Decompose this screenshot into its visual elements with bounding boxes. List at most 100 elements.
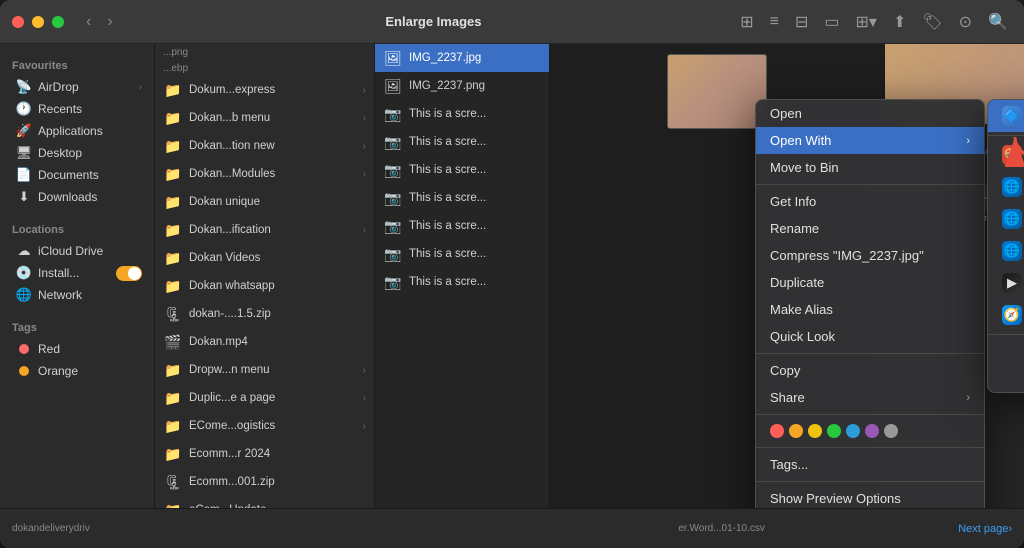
- sidebar-item-tag-red[interactable]: Red: [4, 338, 150, 360]
- tag-green-dot[interactable]: [827, 424, 841, 438]
- folder-icon: 📁: [163, 500, 183, 508]
- submenu-preview[interactable]: 🔷 Preview (default): [988, 100, 1024, 132]
- submenu-appstore[interactable]: App Store...: [988, 338, 1024, 365]
- tag-gray-dot[interactable]: [884, 424, 898, 438]
- submenu-edge-3[interactable]: 🌐 Microsoft Edge (127.0.2651.74): [988, 235, 1024, 267]
- file-item-12[interactable]: 📁 ECome...ogistics ›: [155, 412, 374, 440]
- content-file-8[interactable]: 📷 This is a scre...: [375, 268, 549, 296]
- sidebar-item-airdrop[interactable]: 📡 AirDrop ›: [4, 76, 150, 98]
- grid-view-icon[interactable]: ⊞: [736, 10, 757, 34]
- sidebar-item-recents[interactable]: 🕐 Recents: [4, 98, 150, 120]
- file-item-2[interactable]: 📁 Dokan...tion new ›: [155, 132, 374, 160]
- file-item-5[interactable]: 📁 Dokan...ification ›: [155, 216, 374, 244]
- content-file-7[interactable]: 📷 This is a scre...: [375, 240, 549, 268]
- content-file-5[interactable]: 📷 This is a scre...: [375, 184, 549, 212]
- next-page-link[interactable]: Next page›: [958, 523, 1012, 535]
- file-name: Dokan...ification: [189, 224, 271, 236]
- file-name: ECome...ogistics: [189, 420, 275, 432]
- sidebar-item-documents[interactable]: 📄 Documents: [4, 164, 150, 186]
- sidebar-item-applications[interactable]: 🚀 Applications: [4, 120, 150, 142]
- file-item-3[interactable]: 📁 Dokan...Modules ›: [155, 160, 374, 188]
- tag-purple-dot[interactable]: [865, 424, 879, 438]
- close-button[interactable]: [12, 16, 24, 28]
- tag-yellow-dot[interactable]: [808, 424, 822, 438]
- ctx-compress[interactable]: Compress "IMG_2237.jpg": [756, 242, 984, 269]
- back-button[interactable]: ‹: [80, 11, 97, 33]
- file-item-0[interactable]: 📁 Dokum...express ›: [155, 76, 374, 104]
- content-file-2[interactable]: 📷 This is a scre...: [375, 100, 549, 128]
- ctx-get-info[interactable]: Get Info: [756, 188, 984, 215]
- sidebar-item-desktop[interactable]: 🖥 Desktop: [4, 142, 150, 164]
- file-item[interactable]: ...png: [155, 44, 374, 61]
- file-item-6[interactable]: 📁 Dokan Videos: [155, 244, 374, 272]
- ctx-move-to-bin[interactable]: Move to Bin: [756, 154, 984, 181]
- tag-red-dot[interactable]: [770, 424, 784, 438]
- sidebar-item-network[interactable]: 🌐 Network: [4, 284, 150, 306]
- file-item-15[interactable]: 📁 eCom...Update: [155, 496, 374, 508]
- forward-button[interactable]: ›: [101, 11, 118, 33]
- sidebar-item-downloads[interactable]: ⬇ Downloads: [4, 186, 150, 208]
- share-submenu-arrow-icon: ›: [966, 392, 970, 404]
- file-item-7[interactable]: 📁 Dokan whatsapp: [155, 272, 374, 300]
- ctx-open[interactable]: Open: [756, 100, 984, 127]
- ctx-make-alias[interactable]: Make Alias: [756, 296, 984, 323]
- locations-section: Locations: [0, 216, 154, 240]
- file-item-4[interactable]: 📁 Dokan unique: [155, 188, 374, 216]
- content-file-4[interactable]: 📷 This is a scre...: [375, 156, 549, 184]
- ctx-rename[interactable]: Rename: [756, 215, 984, 242]
- share-icon[interactable]: ⬆: [889, 10, 910, 34]
- submenu-edge-2[interactable]: 🌐 Microsoft Edge (127.0.2651.86): [988, 203, 1024, 235]
- content-file-0[interactable]: 🖼 IMG_2237.jpg: [375, 44, 549, 72]
- content-file-1[interactable]: 🖼 IMG_2237.png: [375, 72, 549, 100]
- file-item-1[interactable]: 📁 Dokan...b menu ›: [155, 104, 374, 132]
- ctx-tags[interactable]: Tags...: [756, 451, 984, 478]
- column-view-icon[interactable]: ⊟: [791, 10, 812, 34]
- folder-icon: 📁: [163, 360, 183, 380]
- sidebar-item-tag-orange[interactable]: Orange: [4, 360, 150, 382]
- more-icon[interactable]: ⊙: [955, 10, 976, 34]
- list-view-icon[interactable]: ≡: [766, 11, 783, 33]
- file-name: This is a scre...: [409, 192, 486, 204]
- content-file-6[interactable]: 📷 This is a scre...: [375, 212, 549, 240]
- submenu-other[interactable]: Other...: [988, 365, 1024, 392]
- file-item-14[interactable]: 🗜 Ecomm...001.zip: [155, 468, 374, 496]
- ctx-share[interactable]: Share ›: [756, 384, 984, 411]
- ctx-open-label: Open: [770, 106, 802, 121]
- gallery-view-icon[interactable]: ▭: [820, 10, 843, 34]
- downloads-icon: ⬇: [16, 189, 32, 205]
- edge-app-icon-3: 🌐: [1002, 241, 1022, 261]
- context-menu: Open Open With › Move to Bin Get Info Re…: [755, 99, 985, 508]
- ctx-show-preview-options[interactable]: Show Preview Options: [756, 485, 984, 508]
- file-name: This is a scre...: [409, 164, 486, 176]
- preview-thumbnail: [667, 54, 767, 129]
- submenu-safari[interactable]: 🧭 Safari: [988, 299, 1024, 331]
- status-middle: er.Word...01-10.csv: [485, 523, 958, 534]
- tag-blue-dot[interactable]: [846, 424, 860, 438]
- file-item-10[interactable]: 📁 Dropw...n menu ›: [155, 356, 374, 384]
- tag-icon[interactable]: 🏷: [918, 10, 946, 34]
- sidebar-item-icloud[interactable]: ☁ iCloud Drive: [4, 240, 150, 262]
- submenu-quicktime[interactable]: ▶ QuickTime Player: [988, 267, 1024, 299]
- file-item-11[interactable]: 📁 Duplic...e a page ›: [155, 384, 374, 412]
- file-item[interactable]: ...ebp: [155, 61, 374, 76]
- file-item-8[interactable]: 🗜 dokan-....1.5.zip: [155, 300, 374, 328]
- ctx-quick-look[interactable]: Quick Look: [756, 323, 984, 350]
- install-toggle[interactable]: [116, 266, 142, 281]
- status-bar: dokandeliverydriv er.Word...01-10.csv Ne…: [0, 508, 1024, 548]
- file-item-9[interactable]: 🎬 Dokan.mp4: [155, 328, 374, 356]
- tag-orange-dot[interactable]: [789, 424, 803, 438]
- submenu-colorsync[interactable]: 🎨 ColorSync Utility: [988, 139, 1024, 171]
- ctx-get-info-label: Get Info: [770, 194, 816, 209]
- ctx-duplicate[interactable]: Duplicate: [756, 269, 984, 296]
- sidebar-item-install[interactable]: 💿 Install...: [4, 262, 150, 284]
- content-file-3[interactable]: 📷 This is a scre...: [375, 128, 549, 156]
- minimize-button[interactable]: [32, 16, 44, 28]
- ctx-open-with[interactable]: Open With ›: [756, 127, 984, 154]
- submenu-edge-1[interactable]: 🌐 Microsoft Edge (127.0.2651.98): [988, 171, 1024, 203]
- traffic-lights: [12, 16, 64, 28]
- group-icon[interactable]: ⊞▾: [852, 10, 881, 34]
- file-item-13[interactable]: 📁 Ecomm...r 2024: [155, 440, 374, 468]
- ctx-copy[interactable]: Copy: [756, 357, 984, 384]
- maximize-button[interactable]: [52, 16, 64, 28]
- search-icon[interactable]: 🔍: [984, 10, 1012, 34]
